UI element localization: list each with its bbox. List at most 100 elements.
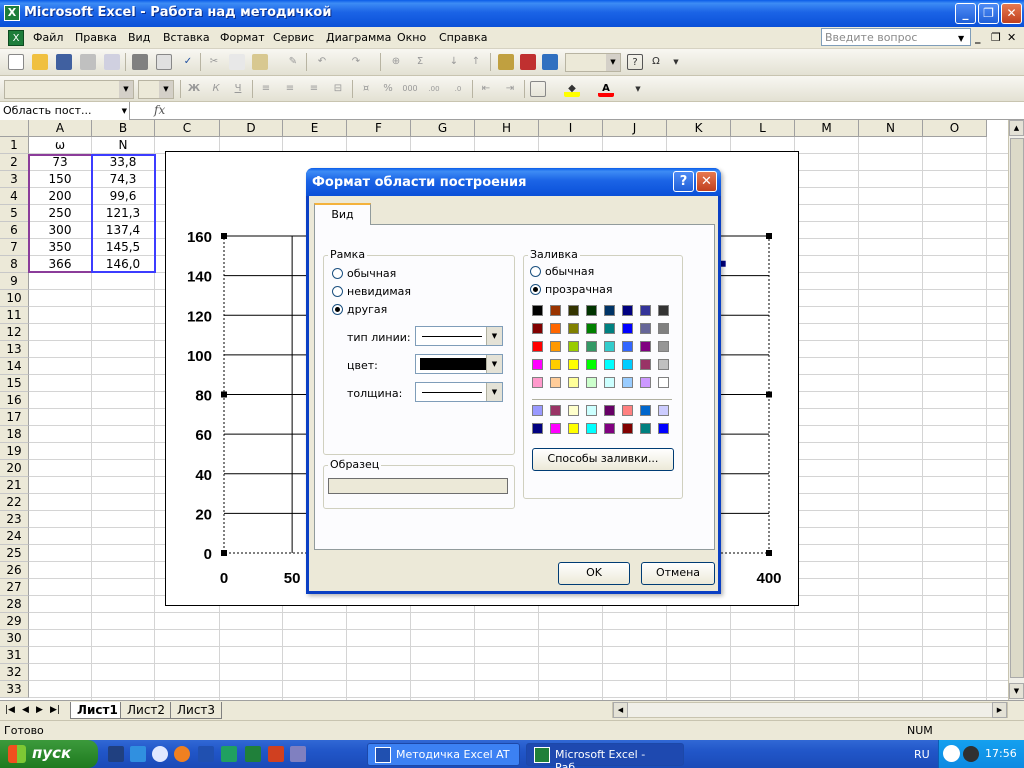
row-header-27[interactable]: 27	[0, 579, 29, 596]
row-header-24[interactable]: 24	[0, 528, 29, 545]
header-cell[interactable]: N	[92, 137, 155, 154]
ie-icon[interactable]	[152, 746, 168, 762]
column-header-k[interactable]: K	[667, 120, 731, 137]
workbook-icon[interactable]: X	[8, 30, 24, 46]
column-header-j[interactable]: J	[603, 120, 667, 137]
border-invisible-radio[interactable]: невидимая	[332, 285, 411, 298]
tab-view[interactable]: Вид	[314, 203, 371, 225]
row-header-1[interactable]: 1	[0, 137, 29, 154]
restore-button[interactable]: ❐	[978, 3, 999, 24]
color-swatch[interactable]	[550, 341, 561, 352]
decrease-indent-icon[interactable]: ⇤	[478, 81, 494, 97]
color-swatch[interactable]	[640, 323, 651, 334]
color-swatch[interactable]	[658, 359, 669, 370]
chart-color-swatch[interactable]	[658, 423, 669, 434]
thickness-dropdown-icon[interactable]: ▼	[486, 383, 502, 401]
hyperlink-icon[interactable]: ⊕	[388, 54, 404, 70]
excel-quicklaunch-icon[interactable]	[245, 746, 261, 762]
minimize-button[interactable]: _	[955, 3, 976, 24]
column-header-e[interactable]: E	[283, 120, 347, 137]
color-swatch[interactable]	[622, 377, 633, 388]
zoom-combo[interactable]: ▼	[565, 53, 621, 72]
borders-icon[interactable]	[530, 81, 546, 97]
chart-color-swatch[interactable]	[532, 405, 543, 416]
color-swatch[interactable]	[586, 341, 597, 352]
color-swatch[interactable]	[568, 323, 579, 334]
scroll-left-icon[interactable]: ◀	[613, 702, 628, 718]
color-swatch[interactable]	[568, 305, 579, 316]
line-type-combo[interactable]: ▼	[415, 326, 503, 346]
close-button[interactable]: ✕	[1001, 3, 1022, 24]
chart-color-swatch[interactable]	[550, 405, 561, 416]
row-header-10[interactable]: 10	[0, 290, 29, 307]
copy-chart-icon[interactable]	[498, 54, 514, 70]
menu-view[interactable]: Вид	[128, 31, 150, 44]
color-swatch[interactable]	[550, 305, 561, 316]
menu-chart[interactable]: Диаграмма	[326, 31, 391, 44]
row-header-4[interactable]: 4	[0, 188, 29, 205]
color-swatch[interactable]	[532, 359, 543, 370]
align-left-icon[interactable]: ≡	[258, 81, 274, 97]
word-icon[interactable]	[198, 746, 214, 762]
scroll-down-icon[interactable]: ▼	[1009, 683, 1024, 699]
fill-color-icon[interactable]: ◆	[564, 81, 580, 97]
chart-color-swatch[interactable]	[586, 423, 597, 434]
color-swatch[interactable]	[532, 323, 543, 334]
percent-icon[interactable]: %	[380, 81, 396, 97]
thickness-combo[interactable]: ▼	[415, 382, 503, 402]
header-cell[interactable]: ω	[29, 137, 92, 154]
column-header-h[interactable]: H	[475, 120, 539, 137]
drawing-icon[interactable]	[542, 54, 558, 70]
color-swatch[interactable]	[622, 359, 633, 370]
decrease-decimal-icon[interactable]: .0	[450, 81, 466, 97]
row-header-21[interactable]: 21	[0, 477, 29, 494]
italic-icon[interactable]: К	[208, 81, 224, 97]
font-size-combo[interactable]: ▼	[138, 80, 174, 99]
new-icon[interactable]	[8, 54, 24, 70]
ok-button[interactable]: OK	[558, 562, 630, 585]
color-swatch[interactable]	[532, 377, 543, 388]
help-dropdown-icon[interactable]: ▼	[958, 34, 964, 43]
help-question-input[interactable]: Введите вопрос	[821, 28, 971, 46]
help-icon[interactable]: ?	[627, 54, 643, 70]
row-header-12[interactable]: 12	[0, 324, 29, 341]
menu-format[interactable]: Формат	[220, 31, 265, 44]
select-all-corner[interactable]	[0, 120, 29, 137]
prev-sheet-icon[interactable]: ◀	[22, 705, 29, 715]
fill-normal-radio[interactable]: обычная	[530, 265, 594, 278]
chart-color-swatch[interactable]	[604, 405, 615, 416]
bold-icon[interactable]: Ж	[186, 81, 202, 97]
column-header-i[interactable]: I	[539, 120, 603, 137]
row-header-23[interactable]: 23	[0, 511, 29, 528]
column-header-l[interactable]: L	[731, 120, 795, 137]
cut-icon[interactable]: ✂	[206, 54, 222, 70]
color-swatch[interactable]	[550, 323, 561, 334]
currency-icon[interactable]: ¤	[358, 81, 374, 97]
row-header-28[interactable]: 28	[0, 596, 29, 613]
color-swatch[interactable]	[604, 377, 615, 388]
color-swatch[interactable]	[586, 359, 597, 370]
color-swatch[interactable]	[604, 341, 615, 352]
task-word-document[interactable]: Методичка Excel AT ...	[367, 743, 520, 768]
format-painter-icon[interactable]: ✎	[285, 54, 301, 70]
chart-wizard-icon[interactable]	[520, 54, 536, 70]
toolbar-options-icon[interactable]: ▼	[668, 54, 684, 70]
scroll-right-icon[interactable]: ▶	[992, 702, 1007, 718]
menu-window[interactable]: Окно	[397, 31, 426, 44]
color-swatch[interactable]	[658, 341, 669, 352]
row-header-2[interactable]: 2	[0, 154, 29, 171]
print-icon[interactable]	[132, 54, 148, 70]
line-type-dropdown-icon[interactable]: ▼	[486, 327, 502, 345]
sheet-tab-1[interactable]: Лист1	[70, 702, 125, 719]
column-header-b[interactable]: B	[92, 120, 155, 137]
undo-icon[interactable]: ↶	[314, 54, 330, 70]
vertical-scroll-thumb[interactable]	[1010, 138, 1024, 678]
color-combo[interactable]: ▼	[415, 354, 503, 374]
row-header-13[interactable]: 13	[0, 341, 29, 358]
insert-function-icon[interactable]: fx	[154, 103, 165, 117]
underline-icon[interactable]: Ч	[230, 81, 246, 97]
excel-app-icon[interactable]: X	[4, 5, 20, 21]
row-header-32[interactable]: 32	[0, 664, 29, 681]
color-swatch[interactable]	[532, 341, 543, 352]
color-swatch[interactable]	[604, 359, 615, 370]
